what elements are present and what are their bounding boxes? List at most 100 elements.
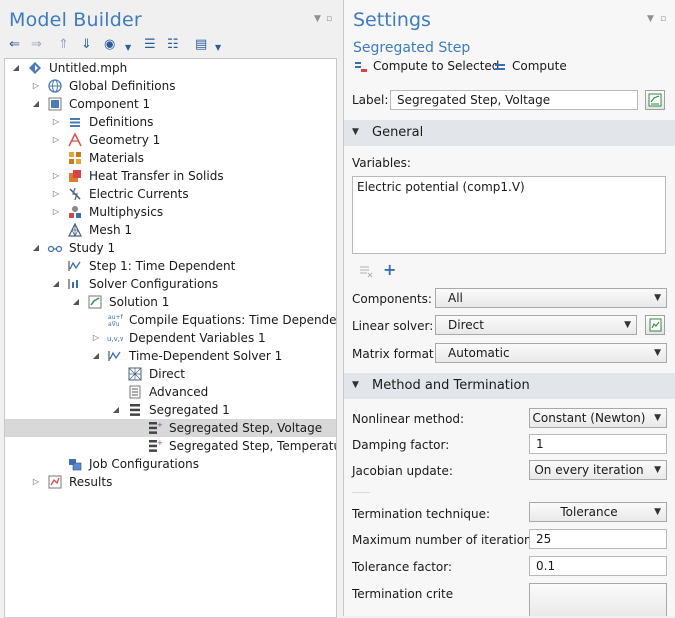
settings-panel: Settings ▼ ▫ Segregated Step Compute to … bbox=[343, 0, 675, 616]
termination-technique-select[interactable]: Tolerance ▼ bbox=[529, 502, 667, 522]
tree-node-segregated[interactable]: ◢ Segregated 1 bbox=[5, 401, 336, 419]
tree-node-global-definitions[interactable]: ▷ Global Definitions bbox=[5, 77, 336, 95]
tree-label: Segregated Step, Temperature bbox=[169, 439, 337, 453]
tree-node-step-time-dependent[interactable]: Step 1: Time Dependent bbox=[5, 257, 336, 275]
linear-solver-select[interactable]: Direct ▼ bbox=[435, 315, 637, 335]
max-iterations-field[interactable]: 25 bbox=[529, 529, 667, 549]
tree-node-compile-equations[interactable]: au+f a∇u Compile Equations: Time Dependen… bbox=[5, 311, 336, 329]
damping-factor-value: 1 bbox=[536, 437, 544, 451]
tree-node-multiphysics[interactable]: ▷ Multiphysics bbox=[5, 203, 336, 221]
collapse-arrow-icon[interactable]: ◢ bbox=[91, 347, 101, 365]
tree-node-heat-transfer[interactable]: ▷ Heat Transfer in Solids bbox=[5, 167, 336, 185]
compute-to-selected-icon bbox=[355, 62, 367, 72]
tree-label: Segregated 1 bbox=[149, 403, 230, 417]
general-section-header[interactable]: ▼ General bbox=[344, 120, 675, 146]
collapse-arrow-icon[interactable]: ◢ bbox=[31, 95, 41, 113]
tree-node-component[interactable]: ◢ Component 1 bbox=[5, 95, 336, 113]
max-iterations-value: 25 bbox=[536, 532, 552, 546]
tree-node-solver-configurations[interactable]: ◢ Solver Configurations bbox=[5, 275, 336, 293]
tree-node-advanced[interactable]: Advanced bbox=[5, 383, 336, 401]
tree-node-mesh[interactable]: Mesh 1 bbox=[5, 221, 336, 239]
tree-label: Global Definitions bbox=[69, 79, 176, 93]
tree-node-dependent-variables[interactable]: ▷ u,v,w Dependent Variables 1 bbox=[5, 329, 336, 347]
collapse-arrow-icon[interactable]: ◢ bbox=[51, 275, 61, 293]
tree-node-geometry[interactable]: ▷ Geometry 1 bbox=[5, 131, 336, 149]
mesh-icon bbox=[68, 222, 82, 237]
clear-list-icon[interactable] bbox=[358, 263, 374, 279]
matrix-format-caption: Matrix format: bbox=[352, 347, 438, 361]
tree-node-direct[interactable]: Direct bbox=[5, 365, 336, 383]
forward-arrow-icon[interactable]: ⇒ bbox=[31, 37, 42, 53]
tree-node-solution[interactable]: ◢ Solution 1 bbox=[5, 293, 336, 311]
expand-arrow-icon[interactable]: ▷ bbox=[51, 185, 61, 203]
variables-list[interactable]: Electric potential (comp1.V) bbox=[352, 176, 666, 254]
tree-node-segregated-step-voltage[interactable]: + Segregated Step, Voltage bbox=[5, 419, 336, 437]
termination-technique-caption: Termination technique: bbox=[352, 507, 491, 521]
label-field[interactable]: Segregated Step, Voltage bbox=[390, 90, 638, 110]
tree-node-results[interactable]: ▷ Results bbox=[5, 473, 336, 491]
tree-node-segregated-step-temperature[interactable]: + Segregated Step, Temperature bbox=[5, 437, 336, 455]
damping-factor-field[interactable]: 1 bbox=[529, 434, 667, 454]
collapse-arrow-icon[interactable]: ◢ bbox=[71, 293, 81, 311]
matrix-format-select[interactable]: Automatic ▼ bbox=[435, 343, 667, 363]
variables-caption: Variables: bbox=[352, 156, 411, 170]
tree-node-study[interactable]: ◢ Study 1 bbox=[5, 239, 336, 257]
tolerance-factor-field[interactable]: 0.1 bbox=[529, 556, 667, 576]
goto-node-icon bbox=[649, 318, 662, 332]
linear-solver-goto-button[interactable] bbox=[645, 315, 665, 335]
tree-node-job-configurations[interactable]: Job Configurations bbox=[5, 455, 336, 473]
tree-node-time-dependent-solver[interactable]: ◢ Time-Dependent Solver 1 bbox=[5, 347, 336, 365]
maximize-icon[interactable]: ▫ bbox=[326, 14, 332, 24]
back-arrow-icon[interactable]: ⇐ bbox=[9, 37, 20, 53]
expand-arrow-icon[interactable]: ▷ bbox=[31, 77, 41, 95]
collapse-arrow-icon[interactable]: ◢ bbox=[111, 401, 121, 419]
method-section-header[interactable]: ▼ Method and Termination bbox=[344, 373, 675, 399]
show-icon[interactable]: ◉ bbox=[104, 37, 115, 53]
damping-factor-caption: Damping factor: bbox=[352, 438, 450, 452]
collapse-arrow-icon[interactable]: ◢ bbox=[31, 239, 41, 257]
tree-label: Step 1: Time Dependent bbox=[89, 259, 236, 273]
collapse-arrow-icon[interactable]: ◢ bbox=[11, 59, 21, 77]
tree-node-electric-currents[interactable]: ▷ Electric Currents bbox=[5, 185, 336, 203]
tree-label: Time-Dependent Solver 1 bbox=[129, 349, 283, 363]
termination-criterion-select[interactable] bbox=[529, 583, 667, 616]
settings-subtitle: Segregated Step bbox=[353, 40, 471, 56]
dependent-variables-icon: u,v,w bbox=[107, 335, 123, 343]
solver-configurations-icon bbox=[68, 279, 78, 289]
pin-icon[interactable]: ▼ bbox=[647, 14, 654, 24]
label-edit-button[interactable] bbox=[645, 90, 665, 110]
results-icon bbox=[48, 475, 62, 489]
tree-label: Electric Currents bbox=[89, 187, 189, 201]
expand-arrow-icon[interactable]: ▷ bbox=[91, 329, 101, 347]
collapse-all-icon[interactable]: ☷ bbox=[167, 37, 179, 53]
expand-arrow-icon[interactable]: ▷ bbox=[51, 167, 61, 185]
general-section-title: General bbox=[372, 125, 424, 140]
heat-transfer-icon bbox=[69, 170, 81, 182]
tree-node-root[interactable]: ◢ Untitled.mph bbox=[5, 59, 336, 77]
nonlinear-method-select-value: Constant (Newton) bbox=[532, 411, 646, 425]
tree-options-dropdown-icon[interactable]: ▼ bbox=[215, 40, 221, 56]
components-select[interactable]: All ▼ bbox=[435, 288, 667, 308]
expand-arrow-icon[interactable]: ▷ bbox=[31, 473, 41, 491]
move-down-icon[interactable]: ⇓ bbox=[81, 37, 92, 53]
label-field-value: Segregated Step, Voltage bbox=[397, 93, 551, 107]
move-up-icon[interactable]: ⇑ bbox=[58, 37, 69, 53]
jacobian-update-select[interactable]: On every iteration ▼ bbox=[529, 460, 667, 480]
components-select-value: All bbox=[448, 291, 463, 305]
expand-arrow-icon[interactable]: ▷ bbox=[51, 131, 61, 149]
tree-node-materials[interactable]: Materials bbox=[5, 149, 336, 167]
label-caption: Label: bbox=[352, 93, 389, 107]
svg-text:au+f: au+f bbox=[108, 314, 123, 321]
job-configurations-icon bbox=[69, 459, 82, 471]
add-icon[interactable]: + bbox=[383, 260, 396, 279]
maximize-icon[interactable]: ▫ bbox=[660, 14, 666, 24]
show-dropdown-icon[interactable]: ▼ bbox=[125, 40, 131, 56]
tree-options-icon[interactable]: ▤ bbox=[195, 37, 207, 53]
expand-arrow-icon[interactable]: ▷ bbox=[51, 203, 61, 221]
expand-all-icon[interactable]: ☰ bbox=[144, 37, 156, 53]
variables-list-item[interactable]: Electric potential (comp1.V) bbox=[357, 180, 525, 194]
tree-node-definitions[interactable]: ▷ Definitions bbox=[5, 113, 336, 131]
nonlinear-method-select[interactable]: Constant (Newton) ▼ bbox=[529, 408, 667, 428]
pin-icon[interactable]: ▼ bbox=[314, 14, 321, 24]
expand-arrow-icon[interactable]: ▷ bbox=[51, 113, 61, 131]
